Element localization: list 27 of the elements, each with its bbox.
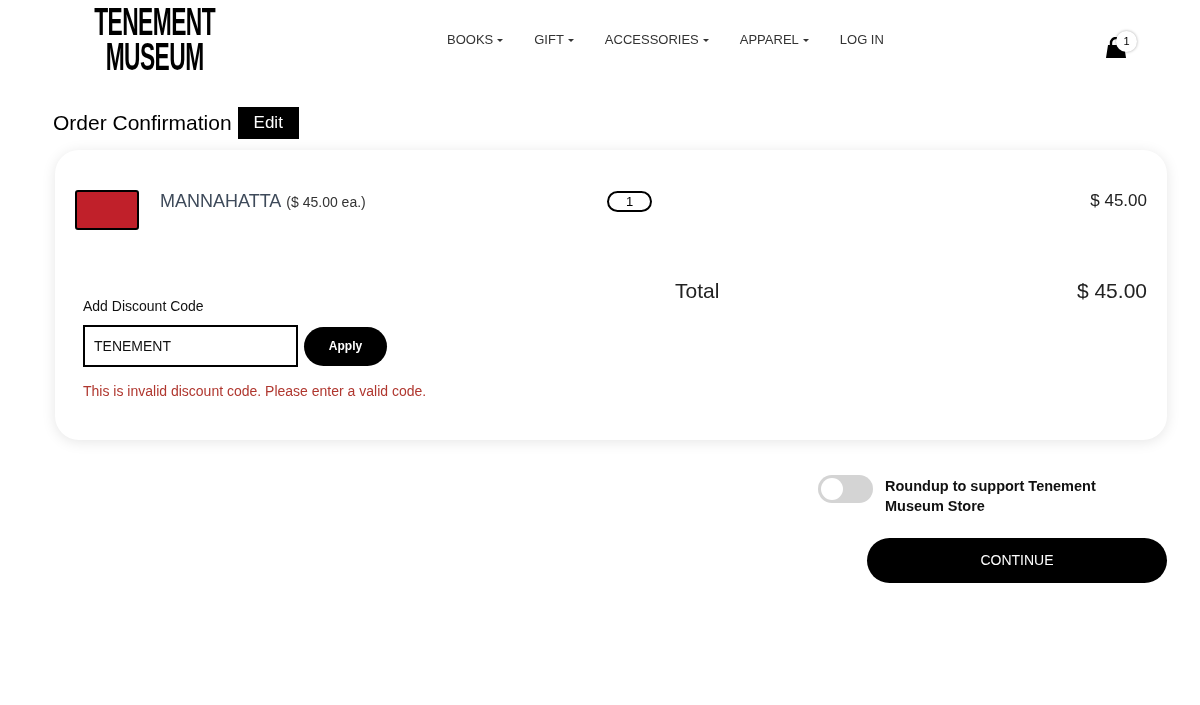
caret-icon [497, 38, 504, 42]
caret-icon [802, 38, 809, 42]
item-price: $ 45.00 [1090, 190, 1147, 212]
page-title: Order Confirmation [53, 110, 232, 136]
product-name[interactable]: MANNAHATTA [160, 189, 282, 213]
cart-count-badge: 1 [1116, 31, 1137, 52]
continue-button[interactable]: CONTINUE [867, 538, 1167, 583]
nav-link[interactable]: LOG IN [839, 30, 884, 50]
error-message: This is invalid discount code. Please enter a valid code. [83, 382, 427, 400]
logo[interactable]: TENEMENT MUSEUM [91, 5, 219, 75]
nav-link[interactable]: GIFT [534, 30, 574, 50]
discount-label: Add Discount Code [83, 297, 204, 315]
nav-link[interactable]: APPAREL [739, 30, 809, 50]
product-image [75, 190, 139, 230]
nav-link[interactable]: BOOKS [447, 30, 504, 50]
caret-icon [702, 38, 709, 42]
total-amount: $ 45.00 [1076, 278, 1147, 304]
nav-link[interactable]: ACCESSORIES [604, 30, 709, 50]
roundup-label: Roundup to support Tenement Museum Store [885, 477, 1097, 516]
discount-code-field[interactable]: TENEMENT [83, 325, 298, 367]
apply-button[interactable]: Apply [304, 326, 387, 366]
unit-price: ($ 45.00 ea.) [286, 193, 366, 212]
caret-icon [567, 38, 574, 42]
toggle-switch[interactable] [818, 475, 873, 503]
quantity-field[interactable]: 1 [607, 191, 652, 212]
total-label: Total [675, 278, 720, 304]
edit-button[interactable]: Edit [237, 107, 299, 139]
